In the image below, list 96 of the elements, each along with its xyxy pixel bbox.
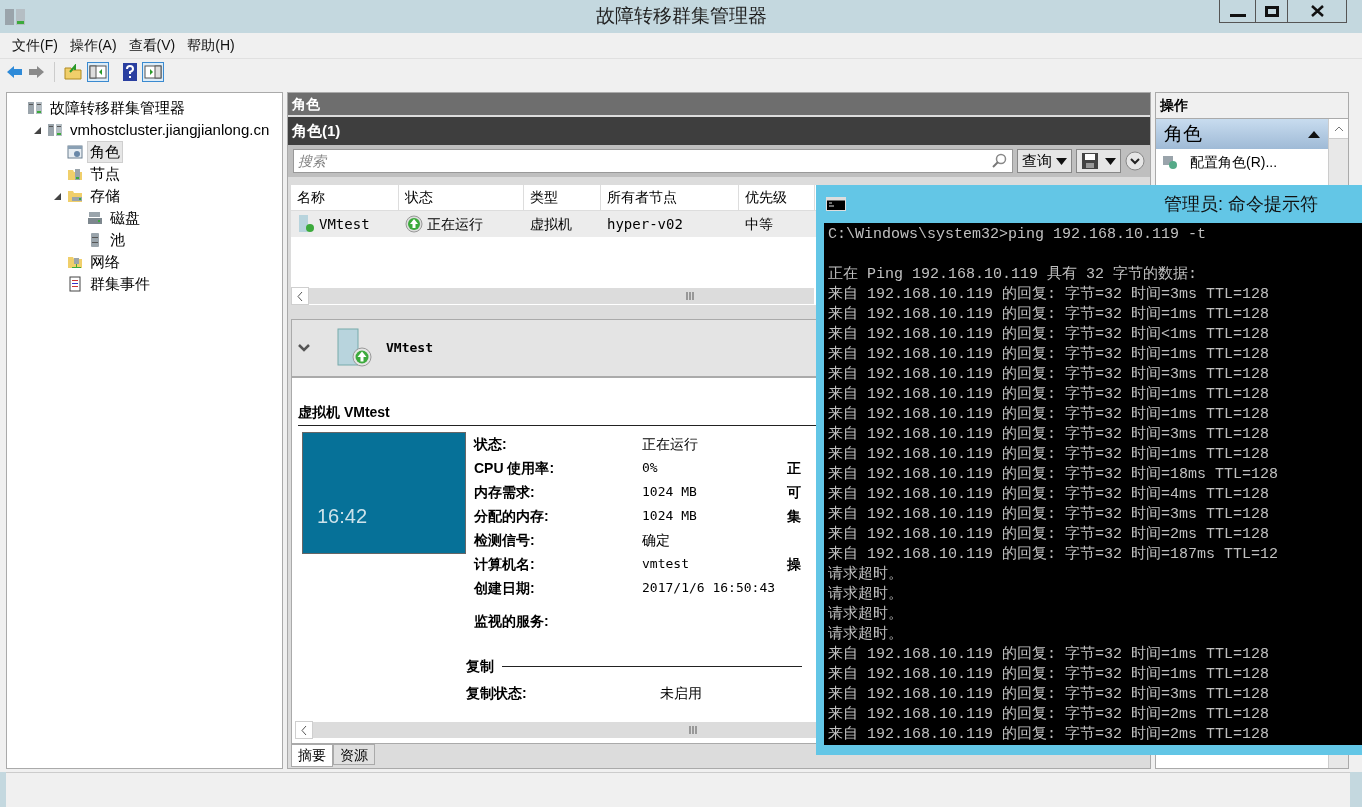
field-value: 正在运行 (642, 434, 699, 454)
field-label: 检测信号: (474, 530, 536, 550)
menu-item[interactable]: 文件(F) (6, 35, 64, 56)
maximize-icon (1264, 5, 1279, 17)
disk-icon (87, 210, 103, 226)
field-value: 未启用 (660, 683, 702, 703)
field-label: 监视的服务: (474, 612, 549, 631)
help-icon[interactable] (123, 63, 137, 81)
configure-icon (1162, 154, 1178, 170)
table-cell-text: 虚拟机 (530, 214, 572, 234)
console-icon (826, 197, 846, 211)
close-icon (1310, 5, 1324, 17)
server-cluster-icon (47, 122, 63, 138)
search-icon (991, 153, 1007, 169)
column-header[interactable]: 优先级 (739, 185, 815, 210)
expanded-icon[interactable] (53, 192, 61, 200)
event-log-icon (67, 276, 83, 292)
field-value: 确定 (642, 530, 671, 550)
scrollbar-thumb[interactable] (313, 722, 817, 738)
expand-chevron-icon[interactable] (1125, 151, 1145, 171)
pane-toggle-icon[interactable] (142, 62, 164, 82)
field-label: 内存需求: (474, 482, 536, 502)
tree-item[interactable]: 群集事件 (87, 273, 153, 295)
tree-item[interactable]: 网络 (87, 251, 123, 273)
scrollbar-thumb[interactable] (309, 288, 814, 304)
menu-item[interactable]: 查看(V) (122, 35, 182, 56)
field-label: 操 (787, 554, 801, 574)
back-arrow-icon[interactable] (6, 65, 23, 79)
tree-item[interactable]: 故障转移群集管理器 (47, 97, 188, 119)
table-cell-text: 中等 (745, 214, 773, 234)
collapse-chevron-icon[interactable] (298, 344, 310, 352)
menu-item[interactable]: 帮助(H) (181, 35, 241, 56)
table-cell-text: VMtest (319, 214, 370, 234)
folder-drive-icon (67, 188, 83, 204)
server-icon (334, 327, 374, 369)
field-label: 集 (787, 506, 801, 526)
folder-server-icon (67, 166, 83, 182)
actions-section-header[interactable]: 角色 (1156, 119, 1328, 149)
forward-arrow-icon[interactable] (28, 65, 45, 79)
scroll-up-icon[interactable] (1329, 119, 1348, 139)
table-cell-text: hyper-v02 (607, 214, 683, 234)
window-title: 管理员: 命令提示符 (1164, 192, 1318, 216)
field-label: 状态: (474, 434, 508, 454)
scroll-left-icon[interactable] (295, 721, 313, 739)
pane-header: 角色 (288, 93, 1150, 117)
search-field[interactable]: 搜索 (293, 149, 1013, 173)
minimize-icon (1229, 14, 1246, 17)
expanded-icon[interactable] (33, 126, 41, 134)
field-value: 2017/1/6 16:50:43 (642, 579, 777, 598)
caret-icon (1105, 157, 1116, 165)
tree-item[interactable]: 角色 (87, 141, 123, 163)
tree-item[interactable]: 磁盘 (107, 207, 143, 229)
field-value: vmtest (642, 555, 690, 574)
server-cluster-icon (27, 100, 43, 116)
field-value: 0% (642, 459, 659, 478)
field-label: CPU 使用率: (474, 458, 556, 478)
column-header[interactable]: 类型 (524, 185, 601, 210)
list-header: 角色(1) (288, 117, 1150, 145)
field-label: 正 (787, 458, 801, 478)
save-query-button[interactable] (1076, 149, 1121, 173)
field-value: 1024 MB (642, 483, 698, 502)
roles-icon (67, 144, 83, 160)
caret-icon (1056, 157, 1067, 165)
folder-up-icon[interactable] (64, 64, 82, 80)
folder-network-icon (67, 254, 83, 270)
console-output: C:\Windows\system32>ping 192.168.10.119 -t 正在 Ping 192.168.10.119 具有 32 字节的数据: 来自 192.168.10.119 的回复: 字节=32 时间=3ms TTL=128 来自 192.168.10.119 的回复: 字节=32 时间=1ms TTL=128 来自 192.168.10.119 的回复: 字节=32 时间<1ms TTL=128 来自 192.168.10.119 的回复: 字节=32 时间=1ms TTL=128 来自 192.168.10.119 的回复: 字节=32 时间=3ms TTL=128 来自 192.168.10.119 的回复: 字节=32 时间=1ms TTL=128 来自 192.168.10.119 的回复: 字节=32 时间=1ms TTL=128 来自 192.168.10.119 的回复: 字节=32 时间=3ms TTL=128 来自 192.168.10.119 的回复: 字节=32 时间=1ms TTL=128 来自 192.168.10.119 的回复: 字节=32 时间=18ms TTL=128 来自 192.168.10.119 的回复: 字节=32 时间=4ms TTL=128 来自 192.168.10.119 的回复: 字节=32 时间=3ms TTL=128 来自 192.168.10.119 的回复: 字节=32 时间=2ms TTL=128 来自 192.168.10.119 的回复: 字节=32 时间=187ms TTL=12 请求超时。 请求超时。 请求超时。 请求超时。 来自 192.168.10.119 的回复: 字节=32 时间=1ms TTL=128 来自 192.168.10.119 的回复: 字节=32 时间=1ms TTL=128 来自 192.168.10.119 的回复: 字节=32 时间=3ms TTL=128 来自 192.168.10.119 的回复: 字节=32 时间=2ms TTL=128 来自 192.168.10.119 的回复: 字节=32 时间=2ms TTL=128 (824, 223, 1362, 745)
pane-toggle-icon[interactable] (87, 62, 109, 82)
tree-item[interactable]: 节点 (87, 163, 123, 185)
field-label: 创建日期: (474, 578, 536, 598)
tree-item[interactable]: 存储 (87, 185, 123, 207)
window-title: 故障转移群集管理器 (594, 4, 768, 29)
field-label: 分配的内存: (474, 506, 550, 526)
field-label: 可 (787, 482, 801, 502)
section-title: 复制 (466, 657, 494, 676)
scroll-left-icon[interactable] (291, 287, 309, 305)
vm-preview: 16:42 (302, 432, 466, 554)
server-icon (297, 214, 315, 234)
column-header[interactable]: 名称 (291, 185, 399, 210)
action-link[interactable]: 配置角色(R)... (1190, 151, 1278, 173)
tab[interactable]: 摘要 (291, 744, 333, 767)
table-cell-text: 正在运行 (427, 214, 483, 234)
field-label: 复制状态: (466, 683, 528, 703)
field-value: 1024 MB (642, 507, 698, 526)
app-icon (4, 6, 26, 27)
field-label: 计算机名: (474, 554, 536, 574)
running-status-icon (405, 215, 423, 233)
tab[interactable]: 资源 (333, 744, 375, 765)
column-header[interactable]: 状态 (399, 185, 524, 210)
role-name: VMtest (386, 339, 433, 358)
actions-header: 操作 (1156, 93, 1348, 119)
collapse-triangle-icon (1308, 130, 1320, 138)
query-button[interactable]: 查询 (1017, 149, 1072, 173)
tree-item[interactable]: vmhostcluster.jiangjianlong.cn (67, 119, 273, 141)
menu-item[interactable]: 操作(A) (63, 35, 123, 56)
tree-item[interactable]: 池 (107, 229, 128, 251)
column-header[interactable]: 所有者节点 (601, 185, 739, 210)
